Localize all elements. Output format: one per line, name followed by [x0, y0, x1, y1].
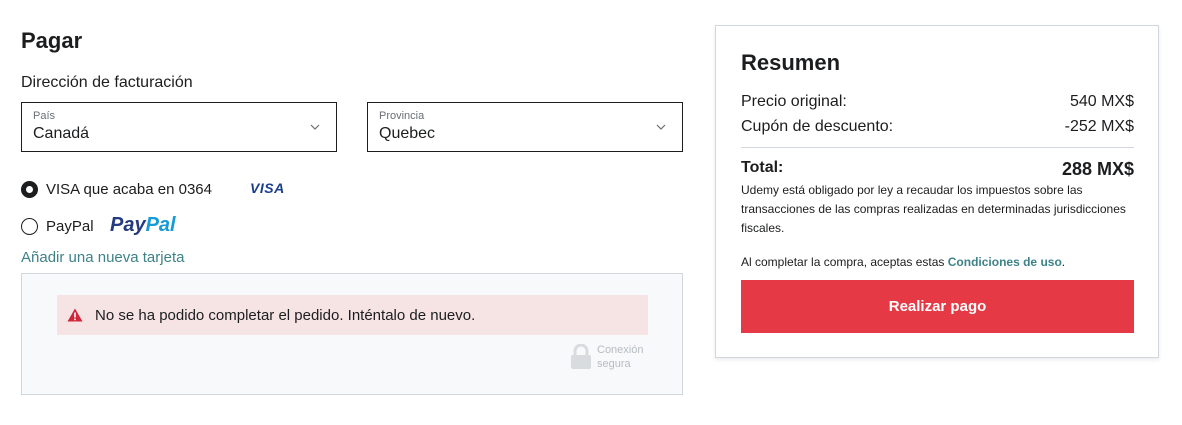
radio-paypal[interactable]: [21, 217, 38, 235]
radio-visa[interactable]: [21, 180, 38, 198]
chevron-down-icon: [310, 124, 320, 130]
terms-line: Al completar la compra, aceptas estas Co…: [741, 255, 1065, 269]
warning-icon: [67, 308, 83, 322]
paypal-logo: PayPal: [110, 214, 176, 237]
original-price-label: Precio original:: [741, 93, 847, 110]
payment-option-paypal-label: PayPal: [46, 217, 94, 235]
province-select-label: Provincia: [379, 110, 425, 122]
country-select[interactable]: País Canadá: [21, 102, 337, 152]
terms-prefix: Al completar la compra, aceptas estas: [741, 255, 948, 269]
tax-note: Udemy está obligado por ley a recaudar l…: [741, 183, 1126, 235]
province-select[interactable]: Provincia Quebec: [367, 102, 683, 152]
order-summary-card: Resumen Precio original: 540 MX$ Cupón d…: [715, 25, 1159, 358]
payment-option-visa[interactable]: VISA que acaba en 0364: [21, 176, 212, 202]
chevron-down-icon: [656, 124, 666, 130]
visa-logo: VISA: [250, 180, 285, 196]
summary-title: Resumen: [741, 50, 841, 75]
summary-divider: [741, 147, 1134, 148]
original-price-row: Precio original: 540 MX$: [741, 93, 1134, 111]
error-banner: No se ha podido completar el pedido. Int…: [57, 295, 648, 335]
payment-option-visa-label: VISA que acaba en 0364: [46, 180, 212, 198]
page-title: Pagar: [21, 28, 83, 53]
paypal-logo-part1: Pay: [110, 214, 146, 236]
original-price-value: 540 MX$: [1069, 93, 1134, 110]
secure-connection-line1: Conexión: [597, 344, 644, 356]
add-new-card-link[interactable]: Añadir una nueva tarjeta: [21, 249, 184, 266]
lock-icon: [571, 344, 591, 369]
terms-of-use-link[interactable]: Condiciones de uso: [948, 255, 1062, 269]
country-select-value: Canadá: [33, 125, 90, 142]
secure-connection-badge: Conexión segura: [570, 343, 657, 371]
payment-option-paypal[interactable]: PayPal: [21, 213, 94, 239]
error-message: No se ha podido completar el pedido. Int…: [95, 306, 476, 324]
total-label: Total:: [741, 159, 784, 176]
province-select-value: Quebec: [379, 125, 436, 142]
paypal-logo-part2: Pal: [145, 214, 176, 236]
complete-payment-button[interactable]: Realizar pago: [741, 280, 1134, 333]
total-value: 288 MX$: [1061, 159, 1134, 179]
terms-suffix: .: [1061, 255, 1066, 269]
total-row: Total: 288 MX$: [741, 159, 1134, 180]
discount-value: -252 MX$: [1064, 118, 1134, 135]
secure-connection-line2: segura: [597, 358, 631, 370]
discount-row: Cupón de descuento: -252 MX$: [741, 118, 1134, 136]
discount-label: Cupón de descuento:: [741, 118, 894, 135]
secure-connection-text: Conexión segura: [597, 343, 657, 371]
country-select-label: País: [33, 110, 56, 122]
billing-address-label: Dirección de facturación: [21, 74, 193, 91]
card-panel: No se ha podido completar el pedido. Int…: [21, 273, 683, 395]
